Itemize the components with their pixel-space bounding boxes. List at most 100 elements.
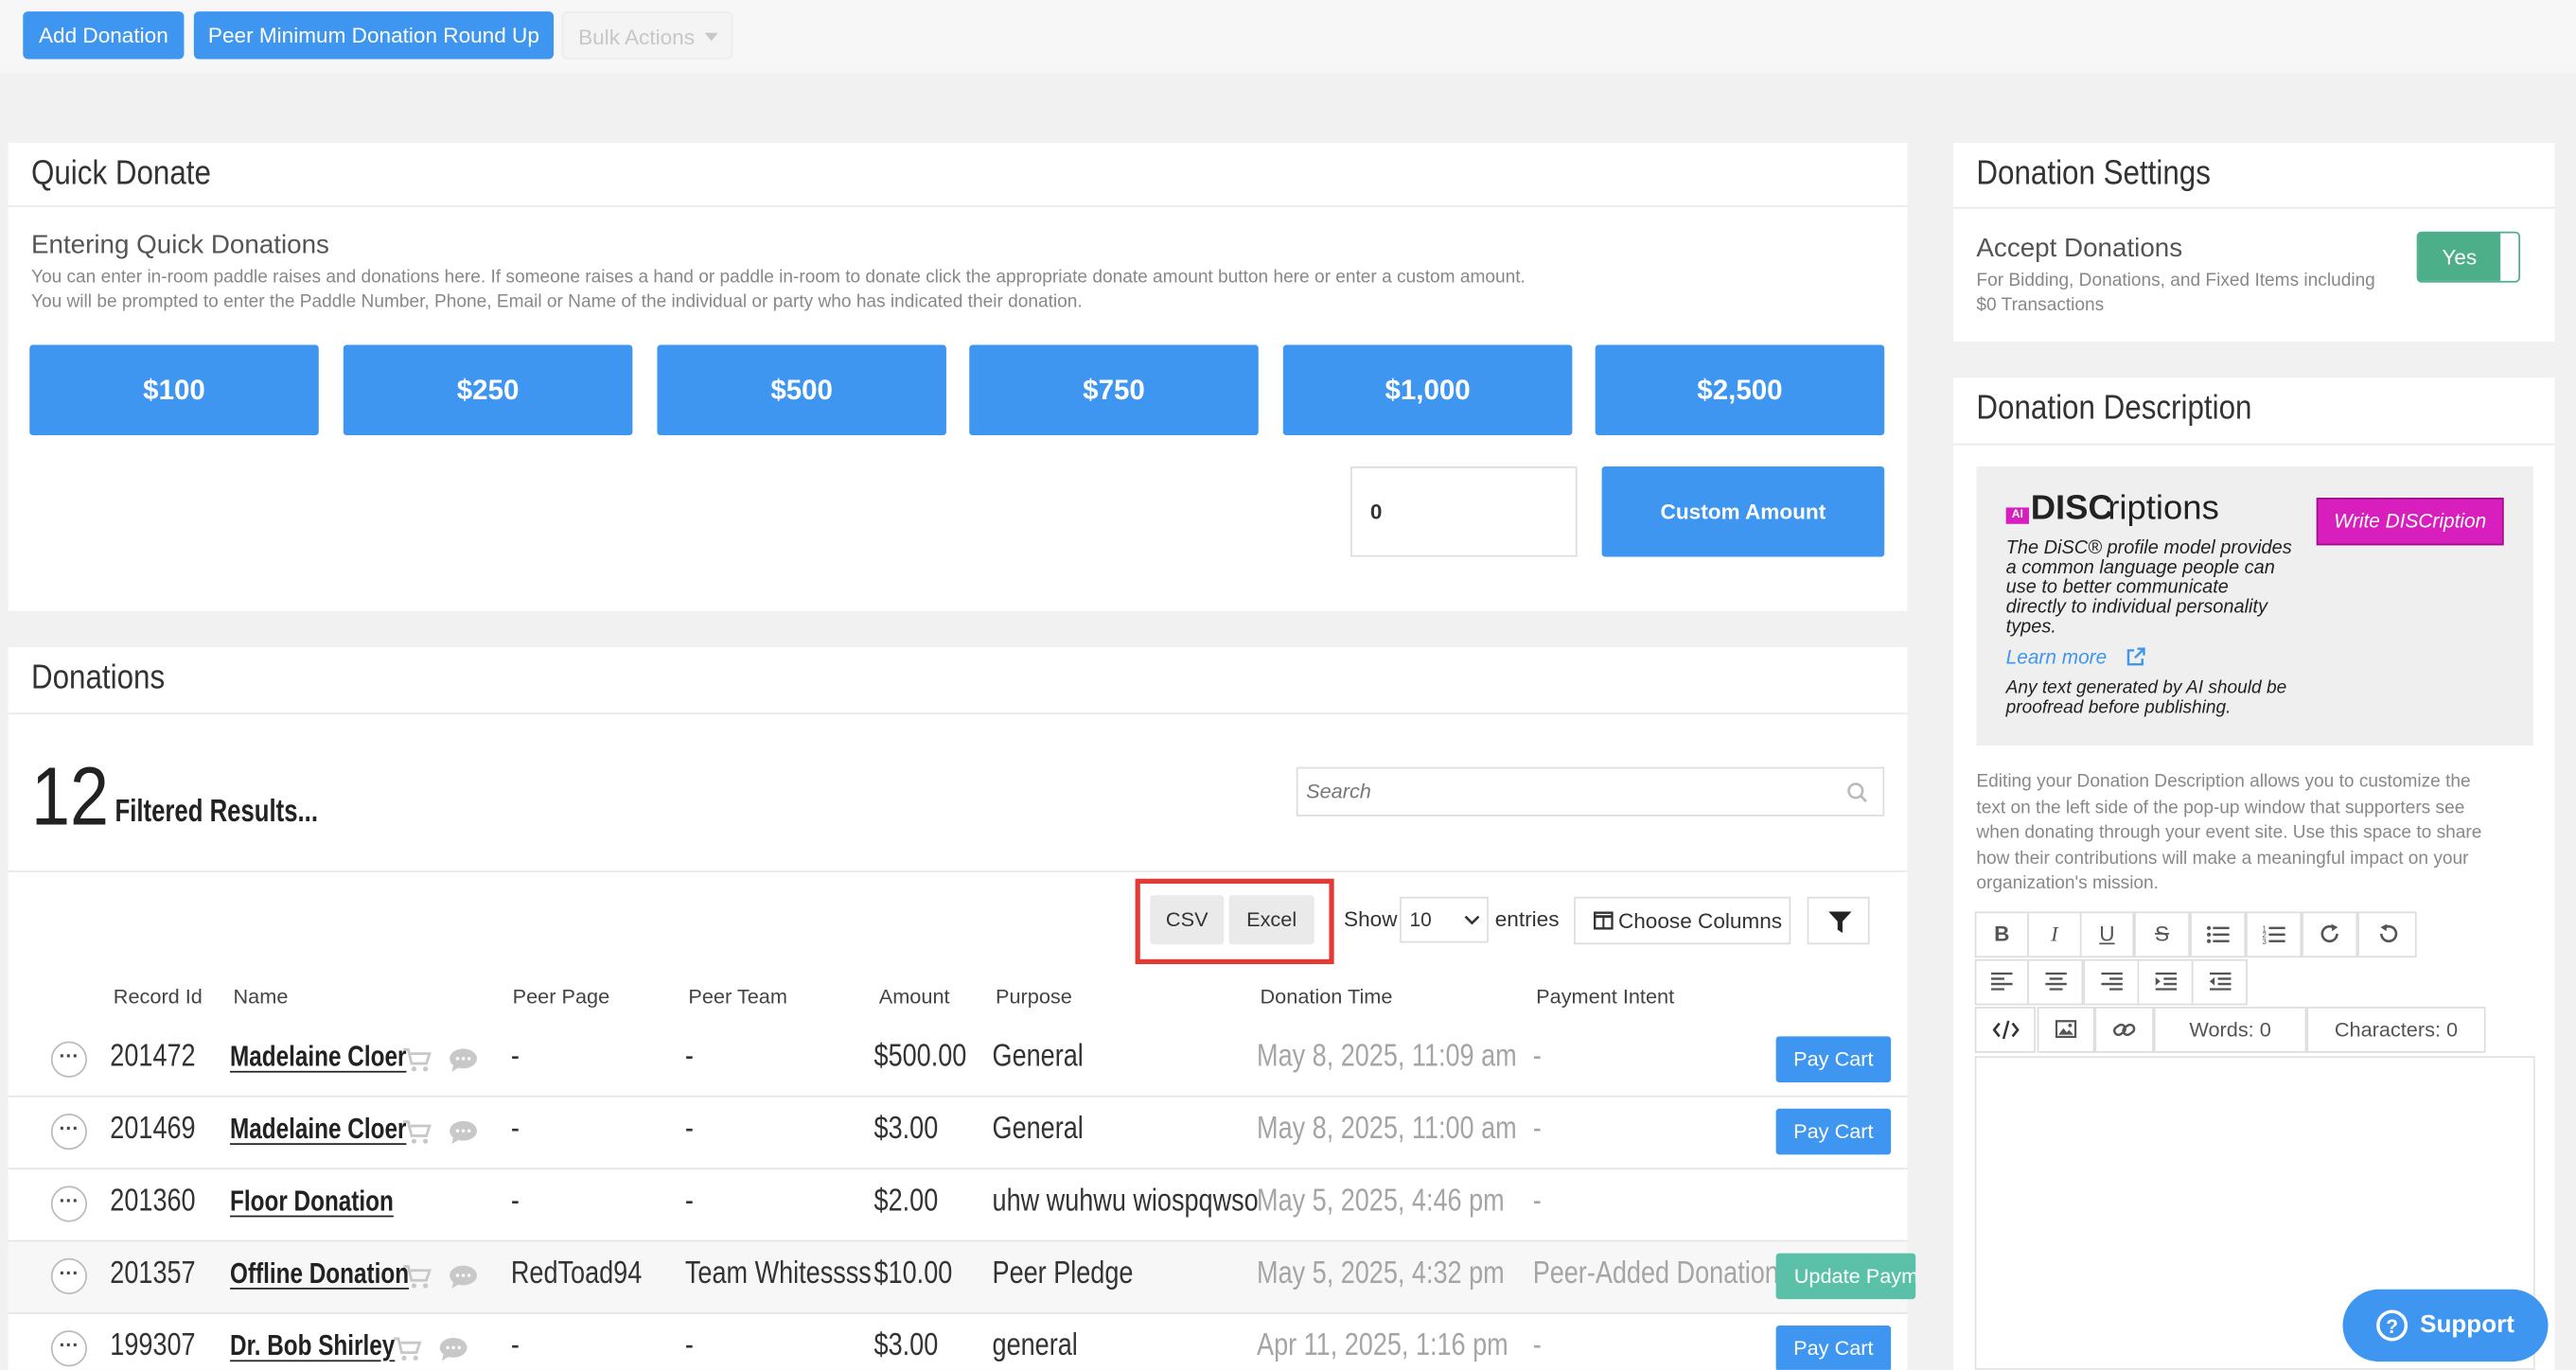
cart-icon[interactable] bbox=[402, 1047, 432, 1081]
search-input[interactable]: Search bbox=[1296, 766, 1885, 817]
insert-link-button[interactable] bbox=[2094, 1007, 2154, 1053]
col-peer-team[interactable]: Peer Team bbox=[688, 986, 787, 1009]
pay-cart-button[interactable]: Pay Cart bbox=[1775, 1036, 1892, 1083]
row-actions-menu-icon[interactable]: ··· bbox=[50, 1330, 88, 1367]
donor-name-link[interactable]: Dr. Bob Shirley bbox=[230, 1328, 395, 1362]
update-payment-button[interactable]: Update Paym bbox=[1775, 1253, 1916, 1300]
donation-description-title: Donation Description bbox=[1976, 389, 2252, 428]
toggle-yes-label: Yes bbox=[2418, 233, 2501, 281]
row-actions-menu-icon[interactable]: ··· bbox=[50, 1186, 88, 1222]
help-line-4: how their contributions will make a mean… bbox=[1976, 848, 2469, 869]
description-help: Editing your Donation Description allows… bbox=[1976, 770, 2481, 898]
italic-button[interactable]: I bbox=[2027, 911, 2082, 958]
show-label: Show bbox=[1344, 906, 1398, 932]
amount: $2.00 bbox=[873, 1184, 939, 1220]
amount: $3.00 bbox=[873, 1112, 939, 1147]
external-link-icon[interactable] bbox=[2126, 647, 2145, 667]
undo-icon bbox=[2379, 923, 2397, 943]
peer-team: - bbox=[684, 1328, 694, 1363]
payment-intent: - bbox=[1532, 1328, 1542, 1363]
donate-2500-button[interactable]: $2,500 bbox=[1595, 344, 1885, 436]
outdent-button[interactable] bbox=[2191, 958, 2248, 1006]
donor-name-link[interactable]: Madelaine Cloer bbox=[230, 1040, 406, 1074]
col-name[interactable]: Name bbox=[234, 986, 289, 1009]
donor-name-link[interactable]: Offline Donation bbox=[230, 1256, 409, 1291]
cart-icon[interactable] bbox=[393, 1337, 422, 1370]
svg-text:?: ? bbox=[2386, 1316, 2398, 1338]
col-record-id[interactable]: Record Id bbox=[114, 986, 203, 1009]
donate-250-button[interactable]: $250 bbox=[343, 344, 633, 436]
bulk-actions-dropdown[interactable]: Bulk Actions bbox=[561, 11, 733, 60]
search-placeholder: Search bbox=[1306, 780, 1371, 803]
bullet-list-icon bbox=[2206, 925, 2230, 943]
peer-team: Team Whitessss bbox=[684, 1256, 872, 1291]
learn-more-link[interactable]: Learn more bbox=[2006, 645, 2108, 668]
col-payment-intent[interactable]: Payment Intent bbox=[1536, 986, 1674, 1009]
donor-name-link[interactable]: Madelaine Cloer bbox=[230, 1112, 406, 1146]
row-actions-menu-icon[interactable]: ··· bbox=[50, 1041, 88, 1078]
cart-icon[interactable] bbox=[402, 1265, 432, 1298]
col-donation-time[interactable]: Donation Time bbox=[1261, 986, 1393, 1009]
search-icon bbox=[1847, 782, 1868, 803]
redo-button[interactable] bbox=[2302, 911, 2358, 958]
custom-amount-button[interactable]: Custom Amount bbox=[1601, 466, 1885, 557]
accept-donations-label: Accept Donations bbox=[1976, 235, 2183, 263]
custom-amount-input[interactable]: 0 bbox=[1350, 466, 1578, 557]
comment-icon[interactable] bbox=[449, 1265, 478, 1298]
comment-icon[interactable] bbox=[439, 1337, 468, 1370]
col-peer-page[interactable]: Peer Page bbox=[513, 986, 610, 1009]
align-left-button[interactable] bbox=[1974, 958, 2029, 1006]
quick-donate-desc-2: You will be prompted to enter the Paddle… bbox=[30, 292, 1083, 312]
record-id: 201472 bbox=[110, 1039, 196, 1075]
filtered-results-label: Filtered Results... bbox=[115, 795, 318, 830]
filtered-count: 12 bbox=[30, 750, 110, 843]
accept-donations-toggle[interactable]: Yes bbox=[2416, 231, 2521, 283]
support-button[interactable]: ? Support bbox=[2342, 1289, 2549, 1362]
bullet-list-button[interactable] bbox=[2190, 911, 2247, 958]
strikethrough-button[interactable]: S bbox=[2134, 911, 2191, 958]
pay-cart-button[interactable]: Pay Cart bbox=[1775, 1108, 1892, 1155]
bold-button[interactable]: B bbox=[1974, 911, 2029, 958]
csv-button[interactable]: CSV bbox=[1150, 895, 1225, 945]
cart-icon[interactable] bbox=[402, 1120, 432, 1153]
help-line-3: when donating through your event site. U… bbox=[1976, 822, 2482, 843]
accept-donations-desc-1: For Bidding, Donations, and Fixed Items … bbox=[1976, 271, 2375, 291]
undo-button[interactable] bbox=[2357, 911, 2417, 958]
excel-button[interactable]: Excel bbox=[1228, 895, 1314, 945]
donate-750-button[interactable]: $750 bbox=[969, 344, 1259, 436]
pay-cart-button[interactable]: Pay Cart bbox=[1775, 1325, 1892, 1370]
align-right-button[interactable] bbox=[2083, 958, 2140, 1006]
outdent-icon bbox=[2209, 972, 2231, 991]
insert-image-button[interactable] bbox=[2037, 1007, 2095, 1053]
donate-100-button[interactable]: $100 bbox=[29, 344, 319, 436]
donate-500-button[interactable]: $500 bbox=[657, 344, 946, 436]
peer-team: - bbox=[684, 1112, 694, 1147]
comment-icon[interactable] bbox=[449, 1120, 478, 1153]
disc-brand-rest: riptions bbox=[2108, 489, 2219, 528]
underline-button[interactable]: U bbox=[2079, 911, 2135, 958]
promo-line-5: types. bbox=[2005, 617, 2056, 638]
caret-down-icon bbox=[704, 32, 718, 42]
donor-name-link[interactable]: Floor Donation bbox=[230, 1185, 394, 1219]
row-actions-menu-icon[interactable]: ··· bbox=[50, 1257, 88, 1294]
donate-1000-button[interactable]: $1,000 bbox=[1282, 344, 1573, 436]
peer-minimum-round-up-button[interactable]: Peer Minimum Donation Round Up bbox=[193, 11, 555, 60]
numbered-list-button[interactable]: 123 bbox=[2246, 911, 2303, 958]
code-view-button[interactable] bbox=[1974, 1007, 2036, 1053]
row-actions-menu-icon[interactable]: ··· bbox=[50, 1114, 88, 1150]
comment-icon[interactable] bbox=[449, 1048, 478, 1081]
choose-columns-button[interactable]: Choose Columns bbox=[1574, 896, 1791, 945]
svg-text:3: 3 bbox=[2262, 938, 2266, 944]
italic-icon: I bbox=[2051, 921, 2058, 946]
add-donation-button[interactable]: Add Donation bbox=[23, 11, 185, 60]
col-amount[interactable]: Amount bbox=[879, 986, 950, 1009]
link-icon bbox=[2112, 1023, 2136, 1037]
write-discription-button[interactable]: Write DISCription bbox=[2316, 498, 2504, 546]
align-center-button[interactable] bbox=[2027, 958, 2084, 1006]
col-purpose[interactable]: Purpose bbox=[996, 986, 1072, 1009]
quick-donate-title: Quick Donate bbox=[30, 154, 211, 193]
entries-select[interactable]: 10 bbox=[1400, 896, 1489, 943]
indent-button[interactable] bbox=[2137, 958, 2194, 1006]
filter-button[interactable] bbox=[1807, 896, 1870, 945]
purpose: General bbox=[992, 1112, 1084, 1147]
